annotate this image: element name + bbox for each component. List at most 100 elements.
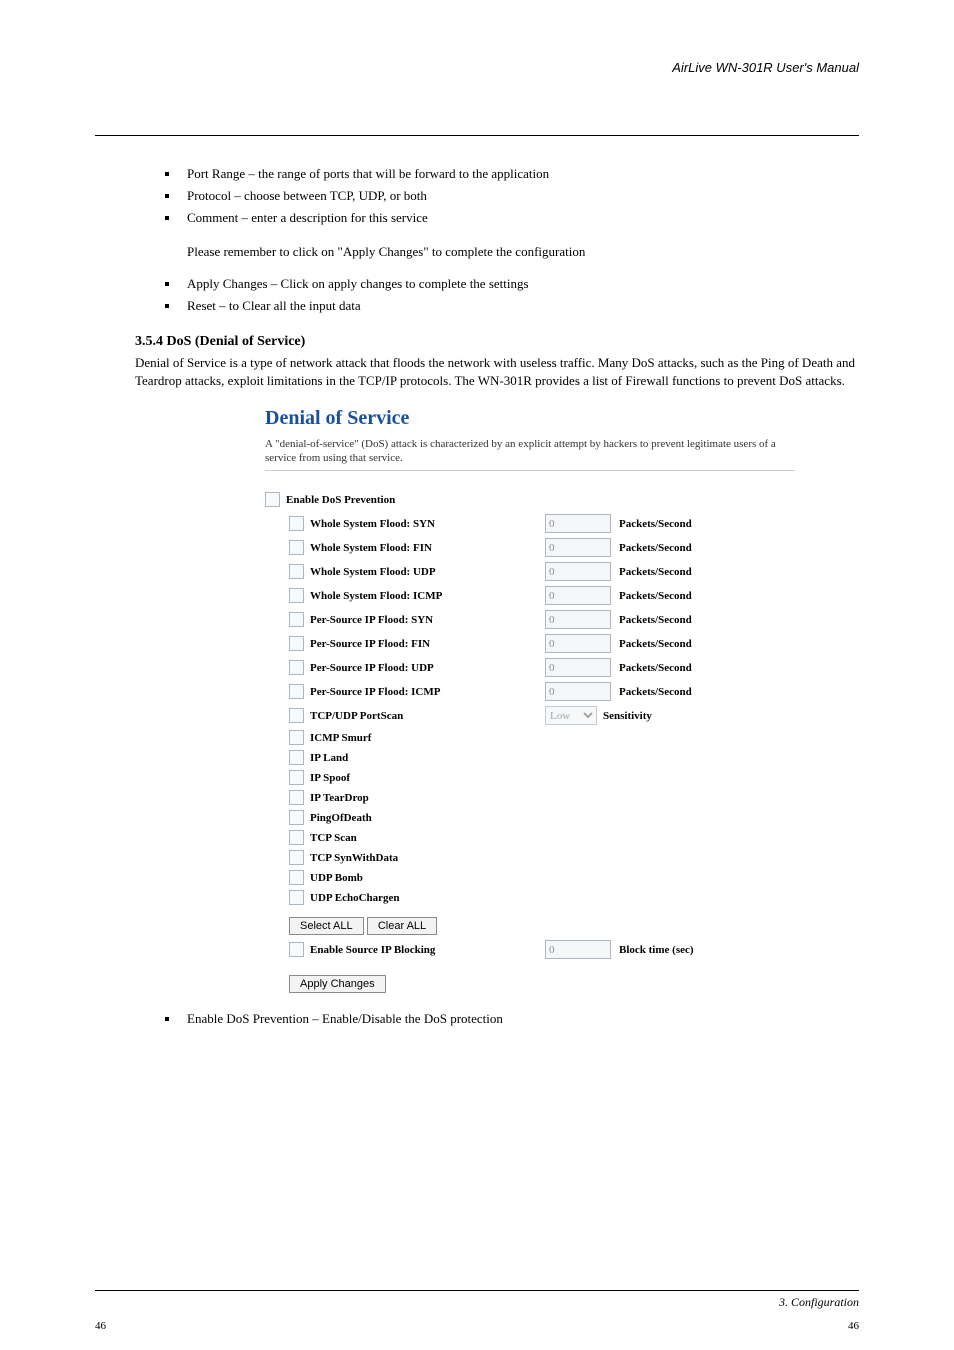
header-rule [95,135,859,136]
packets-input[interactable] [545,610,611,629]
flood-row: Per-Source IP Flood: UDP Packets/Second [265,657,805,679]
packets-input[interactable] [545,634,611,653]
checkbox[interactable] [289,750,304,765]
simple-label: IP Spoof [310,772,805,784]
checkbox[interactable] [289,942,304,957]
packets-input[interactable] [545,586,611,605]
packets-unit: Packets/Second [619,614,692,626]
flood-label: Per-Source IP Flood: SYN [310,614,545,626]
packets-input[interactable] [545,658,611,677]
checkbox[interactable] [289,810,304,825]
flood-row: Per-Source IP Flood: FIN Packets/Second [265,633,805,655]
sensitivity-select[interactable]: Low [545,706,597,725]
simple-row: UDP EchoChargen [265,889,805,907]
source-ip-block-label: Enable Source IP Blocking [310,944,545,956]
simple-label: IP TearDrop [310,792,805,804]
simple-label: IP Land [310,752,805,764]
packets-unit: Packets/Second [619,638,692,650]
page-number-left: 46 [95,1320,106,1332]
flood-label: Per-Source IP Flood: UDP [310,662,545,674]
packets-unit: Packets/Second [619,518,692,530]
enable-dos-label: Enable DoS Prevention [286,494,805,506]
source-ip-block-row: Enable Source IP Blocking Block time (se… [265,939,805,961]
checkbox[interactable] [289,850,304,865]
select-clear-row: Select ALL Clear ALL [289,917,805,935]
list-item: Port Range – the range of ports that wil… [165,166,859,182]
bullet-list-2: Apply Changes – Click on apply changes t… [165,276,859,314]
bullet-list-3: Enable DoS Prevention – Enable/Disable t… [165,1011,859,1027]
checkbox[interactable] [289,830,304,845]
list-item: Reset – to Clear all the input data [165,298,859,314]
header-manual-title: AirLive WN-301R User's Manual [95,60,859,75]
checkbox[interactable] [289,636,304,651]
clear-all-button[interactable]: Clear ALL [367,917,437,935]
simple-label: UDP Bomb [310,872,805,884]
packets-unit: Packets/Second [619,686,692,698]
sensitivity-unit: Sensitivity [603,710,652,722]
simple-row: IP Land [265,749,805,767]
list-item: Protocol – choose between TCP, UDP, or b… [165,188,859,204]
checkbox[interactable] [289,684,304,699]
packets-unit: Packets/Second [619,590,692,602]
checkbox[interactable] [289,612,304,627]
flood-label: Whole System Flood: UDP [310,566,545,578]
checkbox[interactable] [289,660,304,675]
checkbox[interactable] [289,870,304,885]
checkbox[interactable] [265,492,280,507]
simple-row: TCP Scan [265,829,805,847]
flood-label: Whole System Flood: SYN [310,518,545,530]
list-item: Apply Changes – Click on apply changes t… [165,276,859,292]
packets-unit: Packets/Second [619,542,692,554]
page-number-right: 46 [848,1320,859,1332]
page-description: A "denial-of-service" (DoS) attack is ch… [265,438,795,471]
checkbox[interactable] [289,790,304,805]
simple-row: IP Spoof [265,769,805,787]
packets-unit: Packets/Second [619,662,692,674]
checkbox[interactable] [289,708,304,723]
simple-row: IP TearDrop [265,789,805,807]
flood-row: Whole System Flood: ICMP Packets/Second [265,585,805,607]
checkbox[interactable] [289,540,304,555]
checkbox[interactable] [289,516,304,531]
page-numbers: 46 46 [0,1320,954,1332]
apply-changes-button[interactable]: Apply Changes [289,975,386,993]
bullet-list-1: Port Range – the range of ports that wil… [165,166,859,226]
sub-note: Please remember to click on "Apply Chang… [187,244,859,260]
page-title: Denial of Service [265,407,805,430]
checkbox[interactable] [289,730,304,745]
flood-row: Whole System Flood: UDP Packets/Second [265,561,805,583]
checkbox[interactable] [289,770,304,785]
section-heading-dos: 3.5.4 DoS (Denial of Service) [135,334,859,350]
simple-label: PingOfDeath [310,812,805,824]
packets-input[interactable] [545,538,611,557]
simple-row: ICMP Smurf [265,729,805,747]
checkbox[interactable] [289,890,304,905]
enable-dos-row: Enable DoS Prevention [265,489,805,511]
flood-label: Per-Source IP Flood: FIN [310,638,545,650]
list-item: Comment – enter a description for this s… [165,210,859,226]
packets-input[interactable] [545,562,611,581]
flood-row: Whole System Flood: SYN Packets/Second [265,513,805,535]
flood-row: Per-Source IP Flood: ICMP Packets/Second [265,681,805,703]
packets-input[interactable] [545,514,611,533]
simple-row: TCP SynWithData [265,849,805,867]
flood-label: Per-Source IP Flood: ICMP [310,686,545,698]
select-all-button[interactable]: Select ALL [289,917,364,935]
flood-row: Per-Source IP Flood: SYN Packets/Second [265,609,805,631]
simple-label: UDP EchoChargen [310,892,805,904]
flood-label: Whole System Flood: ICMP [310,590,545,602]
simple-label: TCP Scan [310,832,805,844]
simple-label: ICMP Smurf [310,732,805,744]
block-time-input[interactable] [545,940,611,959]
portscan-label: TCP/UDP PortScan [310,710,545,722]
flood-label: Whole System Flood: FIN [310,542,545,554]
simple-row: UDP Bomb [265,869,805,887]
block-time-unit: Block time (sec) [619,944,694,956]
footer-section: 3. Configuration [779,1295,859,1310]
packets-input[interactable] [545,682,611,701]
section-text-dos: Denial of Service is a type of network a… [135,354,859,389]
simple-row: PingOfDeath [265,809,805,827]
packets-unit: Packets/Second [619,566,692,578]
checkbox[interactable] [289,564,304,579]
checkbox[interactable] [289,588,304,603]
